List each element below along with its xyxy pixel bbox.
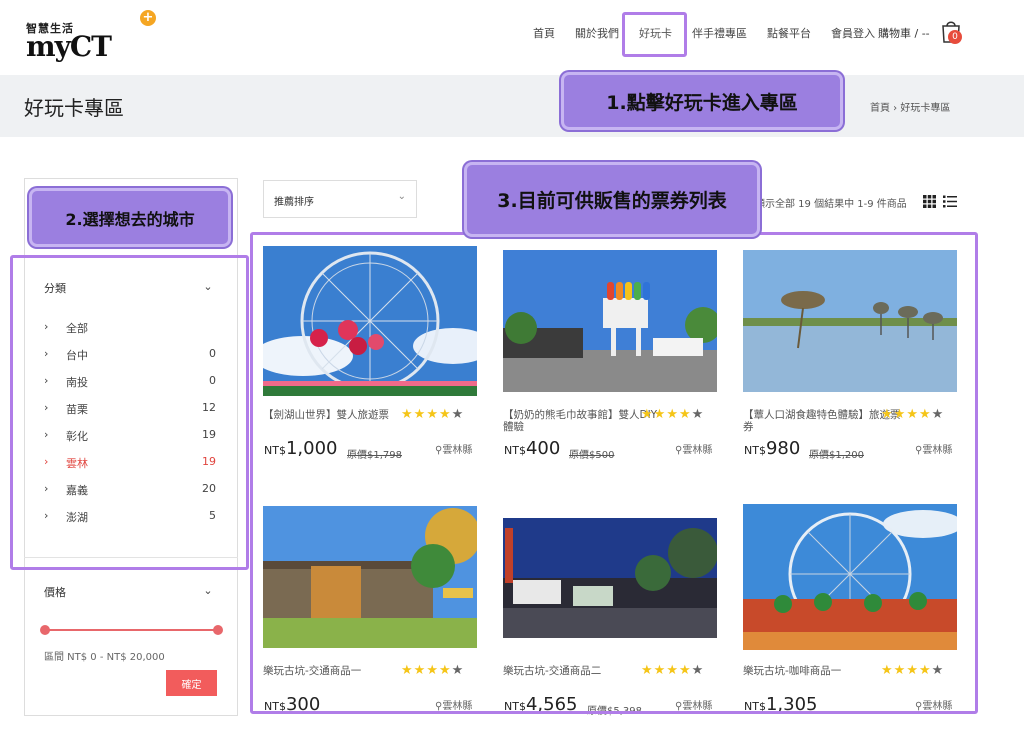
nav-about[interactable]: 關於我們	[565, 24, 629, 44]
nav-login[interactable]: 會員登入	[821, 24, 885, 44]
price-range-text: 區間 NT$ 0 - NT$ 20,000	[44, 652, 165, 663]
site-logo[interactable]: 智慧生活 myCT +	[24, 10, 159, 63]
result-count-text: 顯示全部 19 個結果中 1-9 件商品	[755, 199, 907, 210]
product-list-highlight-box	[250, 232, 978, 714]
chevron-down-icon[interactable]: ⌄	[200, 584, 216, 597]
price-slider-max-handle[interactable]	[213, 625, 223, 635]
main-nav: 首頁 關於我們 好玩卡 伴手禮專區 點餐平台 會員登入	[523, 24, 885, 44]
list-view-icon[interactable]	[943, 195, 957, 208]
nav-souvenir[interactable]: 伴手禮專區	[682, 24, 757, 44]
callout-step-3: 3.目前可供販售的票券列表	[464, 162, 760, 237]
price-slider-min-handle[interactable]	[40, 625, 50, 635]
city-filter-highlight-box	[10, 255, 249, 570]
sort-select-value: 推薦排序	[274, 197, 314, 208]
plus-icon: +	[140, 10, 156, 26]
price-heading[interactable]: 價格	[44, 584, 66, 600]
callout-step-2: 2.選擇想去的城市	[29, 188, 231, 247]
nav-ordering[interactable]: 點餐平台	[757, 24, 821, 44]
price-slider-track[interactable]	[45, 629, 218, 631]
price-confirm-button[interactable]: 確定	[166, 670, 217, 696]
page-title: 好玩卡專區	[24, 96, 124, 120]
breadcrumb[interactable]: 首頁 › 好玩卡專區	[870, 99, 950, 114]
grid-view-icon[interactable]	[923, 195, 936, 208]
callout-step-1: 1.點擊好玩卡進入專區	[561, 72, 843, 130]
nav-highlight-box	[622, 12, 687, 57]
sort-select[interactable]: 推薦排序 ⌄	[263, 180, 417, 218]
cart-count-badge: 0	[948, 30, 962, 44]
logo-title: myCT	[26, 30, 112, 63]
nav-home[interactable]: 首頁	[523, 24, 565, 44]
cart-label[interactable]: 購物車 / --	[878, 25, 930, 41]
chevron-down-icon: ⌄	[397, 191, 406, 202]
